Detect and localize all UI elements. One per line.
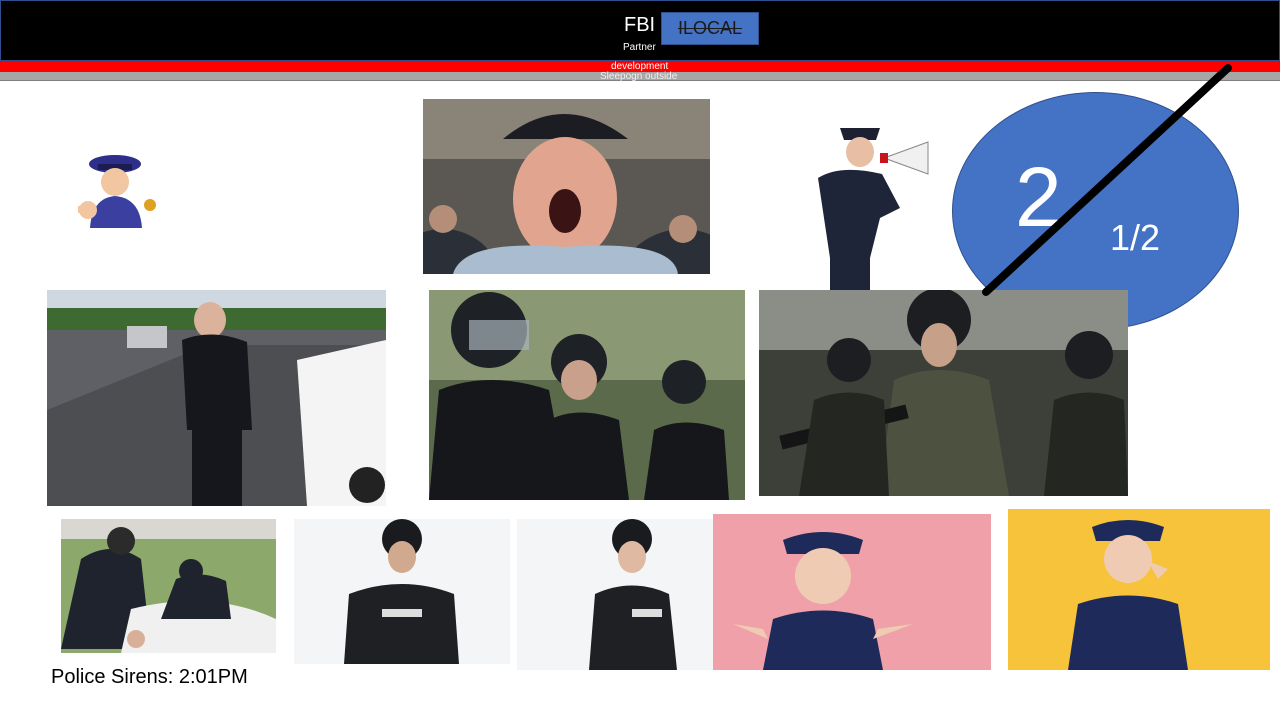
local-badge[interactable]: ILOCAL	[661, 12, 759, 45]
female-officer-screaming-pink-background	[713, 514, 991, 670]
header-title: FBI	[624, 14, 656, 36]
female-riot-officer-shouting	[517, 519, 713, 670]
sirens-caption: Police Sirens: 2:01PM	[51, 666, 248, 688]
counter-fraction: 1/2	[1110, 217, 1161, 258]
female-officer-shouting-yellow-background	[1008, 509, 1270, 670]
police-officer-shouting-closeup	[423, 99, 710, 274]
police-officer-yelling-roadside	[47, 290, 386, 506]
header-subtitle: Partner	[623, 42, 656, 53]
riot-officer-shouting-hands-at-mouth	[294, 519, 510, 664]
sleep-label: Sleepogn outside	[600, 71, 678, 82]
counter-number: 2	[1015, 150, 1062, 244]
riot-police-pointing-weapon	[759, 290, 1128, 496]
riot-police-yelling	[429, 290, 745, 500]
cartoon-police-officer-pointing	[70, 150, 160, 228]
officers-arresting-person-on-grass	[61, 519, 276, 653]
police-officer-with-megaphone	[800, 118, 942, 292]
